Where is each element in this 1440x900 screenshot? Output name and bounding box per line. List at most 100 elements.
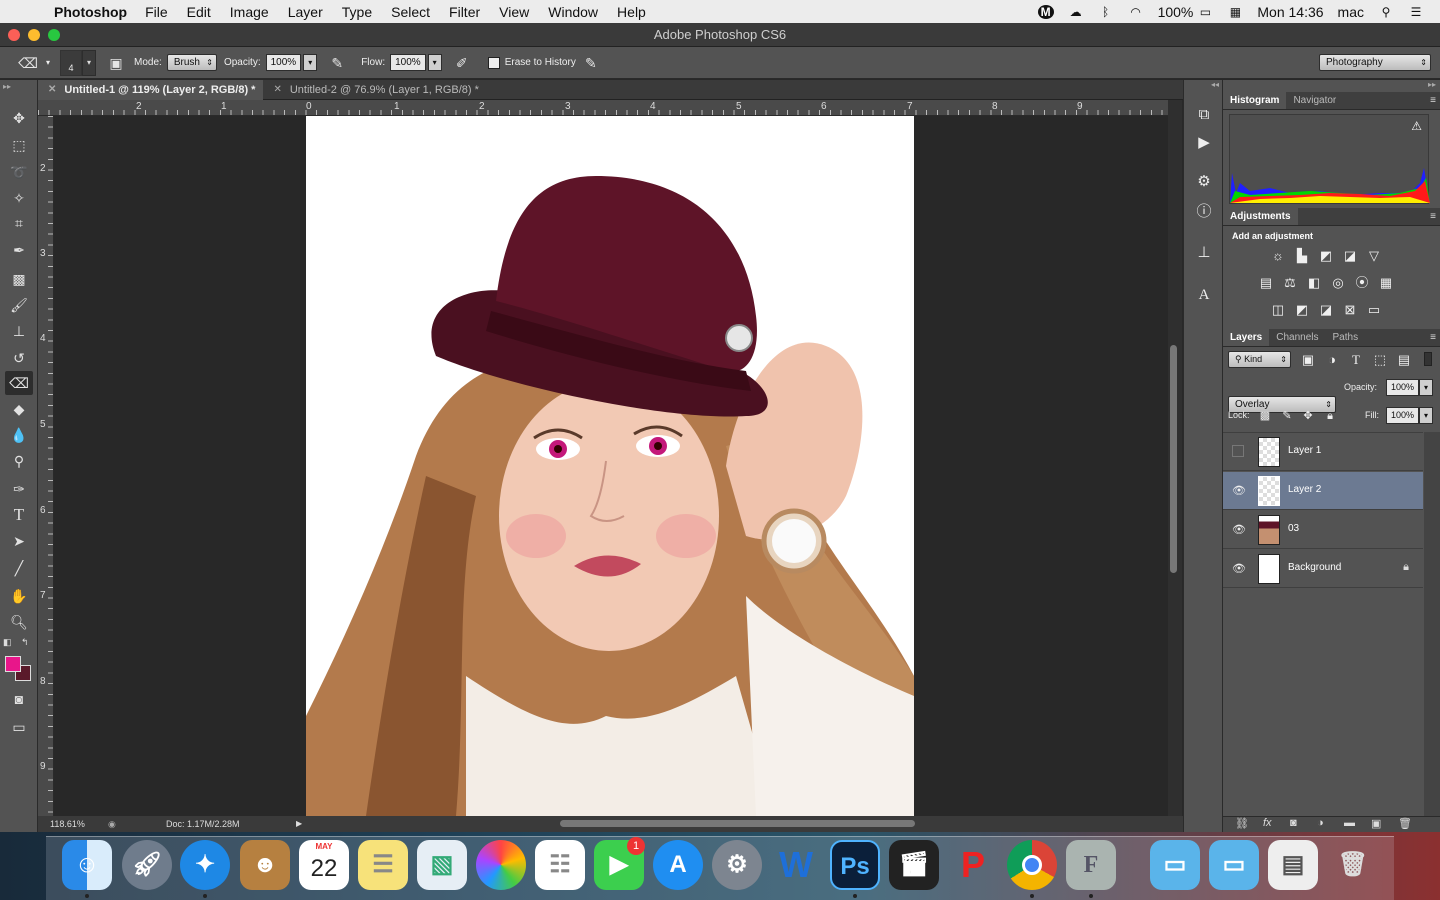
layer-row-03[interactable]: 👁︎ 03	[1223, 511, 1423, 549]
default-colors-icon[interactable]: ◧	[3, 637, 12, 648]
trash-icon[interactable]: 🗑︎	[1328, 840, 1378, 890]
flow-field[interactable]: 100%	[390, 54, 426, 71]
actions-panel-icon[interactable]: ▶	[1192, 132, 1216, 154]
vertical-scroll-thumb[interactable]	[1170, 345, 1177, 573]
add-mask-icon[interactable]: ◙	[1290, 817, 1297, 829]
warning-icon[interactable]: ⚠	[1411, 119, 1422, 133]
tab-histogram[interactable]: Histogram	[1223, 92, 1287, 109]
lock-transparent-icon[interactable]: ▩	[1256, 408, 1274, 424]
line-tool-icon[interactable]: ╱	[5, 556, 33, 580]
flow-dropdown[interactable]: ▾	[427, 54, 442, 71]
malwarebytes-icon[interactable]: M	[1037, 4, 1054, 19]
pressure-opacity-icon[interactable]: ✎	[327, 53, 347, 73]
menu-file[interactable]: File	[145, 4, 168, 20]
menu-layer[interactable]: Layer	[288, 4, 323, 20]
preview-icon[interactable]: ▧	[417, 840, 467, 890]
lock-image-icon[interactable]: ✎	[1278, 408, 1296, 424]
brightness-contrast-icon[interactable]: ☼	[1269, 248, 1287, 264]
spotlight-icon[interactable]: ⚲	[1378, 5, 1394, 19]
menu-view[interactable]: View	[499, 4, 529, 20]
threshold-icon[interactable]: ◪	[1317, 302, 1335, 318]
clone-stamp-tool-icon[interactable]: ⊥	[5, 319, 33, 343]
visibility-toggle-off[interactable]	[1232, 445, 1244, 457]
menu-help[interactable]: Help	[617, 4, 646, 20]
eye-icon[interactable]: 👁︎	[1232, 562, 1246, 576]
zoom-tool-icon[interactable]: 🔍︎	[5, 610, 33, 634]
lasso-tool-icon[interactable]: ➰	[5, 160, 33, 184]
brush-size-preview[interactable]: 4	[60, 49, 83, 76]
link-layers-icon[interactable]: ⛓	[1235, 817, 1249, 830]
color-balance-icon[interactable]: ⚖	[1281, 275, 1299, 291]
pressure-size-icon[interactable]: ✎	[581, 53, 601, 73]
fx-icon[interactable]: fx	[1263, 817, 1272, 829]
font-app-icon[interactable]: F	[1066, 840, 1116, 890]
filter-type-icon[interactable]: T	[1347, 352, 1365, 368]
screen-mode-icon[interactable]: ▭	[5, 715, 33, 739]
brush-tool-icon[interactable]: 🖌	[5, 293, 33, 317]
properties-panel-icon[interactable]: ⚙	[1192, 171, 1216, 193]
calendar-tray-icon[interactable]: ▦	[1227, 5, 1243, 19]
photo-filter-icon[interactable]: ◎	[1329, 275, 1347, 291]
document-canvas[interactable]	[306, 116, 914, 816]
horizontal-scroll-thumb[interactable]	[560, 820, 915, 827]
menu-type[interactable]: Type	[342, 4, 372, 20]
history-brush-tool-icon[interactable]: ↺	[5, 346, 33, 370]
notification-center-icon[interactable]: ☰	[1408, 5, 1424, 19]
minimize-window-button[interactable]	[28, 29, 40, 41]
eyedropper-tool-icon[interactable]: ✒	[5, 238, 33, 262]
crop-tool-icon[interactable]: ⌗	[5, 211, 33, 235]
contacts-icon[interactable]: ☻	[240, 840, 290, 890]
collapse-tools-icon[interactable]: ▸▸	[3, 82, 11, 91]
vibrance-icon[interactable]: ▽	[1365, 248, 1383, 264]
calendar-icon[interactable]: MAY 22	[299, 840, 349, 890]
blur-tool-icon[interactable]: 💧	[5, 423, 33, 447]
foreground-color-swatch[interactable]	[5, 656, 21, 672]
menu-app-name[interactable]: Photoshop	[54, 4, 127, 20]
layer-opacity-field[interactable]: 100%	[1386, 379, 1419, 396]
fill-dropdown[interactable]: ▾	[1419, 407, 1433, 424]
brush-panel-icon[interactable]: ▣	[106, 53, 126, 73]
lock-position-icon[interactable]: ✥	[1299, 408, 1317, 424]
final-cut-icon[interactable]: 🎬︎	[889, 840, 939, 890]
filter-toggle[interactable]	[1424, 352, 1432, 366]
lock-all-icon[interactable]: 🔒︎	[1321, 408, 1339, 424]
menu-filter[interactable]: Filter	[449, 4, 480, 20]
mode-select[interactable]: Brush	[166, 54, 217, 71]
user-name[interactable]: mac	[1338, 4, 1364, 20]
pdf-app-icon[interactable]: P	[948, 840, 998, 890]
healing-brush-tool-icon[interactable]: ▩	[5, 267, 33, 291]
workspace-select[interactable]: Photography	[1319, 54, 1431, 71]
menu-window[interactable]: Window	[548, 4, 598, 20]
filter-shape-icon[interactable]: ⬚	[1371, 352, 1389, 368]
tool-presets-panel-icon[interactable]: ⊥	[1192, 242, 1216, 264]
reminders-icon[interactable]: ☷	[535, 840, 585, 890]
word-icon[interactable]: W	[771, 840, 821, 890]
path-selection-tool-icon[interactable]: ➤	[5, 529, 33, 553]
collapse-dock-icon[interactable]: ◂◂	[1211, 80, 1219, 89]
new-layer-icon[interactable]: ▣	[1371, 817, 1381, 830]
zoom-level[interactable]: 118.61%	[50, 816, 85, 832]
curves-icon[interactable]: ◩	[1317, 248, 1335, 264]
eye-icon[interactable]: 👁︎	[1232, 523, 1246, 537]
photoshop-icon[interactable]: Ps	[830, 840, 880, 890]
selective-color-icon[interactable]: ⊠	[1341, 302, 1359, 318]
posterize-icon[interactable]: ◩	[1293, 302, 1311, 318]
close-tab-icon[interactable]: ✕	[48, 80, 56, 100]
layer-name[interactable]: Layer 1	[1288, 445, 1321, 456]
safari-icon[interactable]: ✦	[180, 840, 230, 890]
battery-percent[interactable]: 100%	[1158, 4, 1194, 20]
tab-navigator[interactable]: Navigator	[1286, 92, 1343, 109]
fill-field[interactable]: 100%	[1386, 407, 1419, 424]
launchpad-icon[interactable]: 🚀︎	[122, 840, 172, 890]
layer-row-background[interactable]: 👁︎ Background 🔒︎	[1223, 550, 1423, 588]
finder-icon[interactable]: ☺	[62, 840, 112, 890]
tab-untitled-2[interactable]: ✕ Untitled-2 @ 76.9% (Layer 1, RGB/8) *	[263, 80, 486, 100]
layer-name[interactable]: Background	[1288, 562, 1341, 573]
wifi-icon[interactable]: ◠	[1128, 5, 1144, 19]
delete-layer-icon[interactable]: 🗑︎	[1398, 817, 1412, 830]
panel-menu-icon[interactable]: ≡	[1430, 92, 1436, 110]
folder-icon[interactable]: ▭	[1150, 840, 1200, 890]
pen-tool-icon[interactable]: ✑	[5, 477, 33, 501]
hand-tool-icon[interactable]: ✋	[5, 584, 33, 608]
channel-mixer-icon[interactable]: ⦿	[1353, 275, 1371, 291]
